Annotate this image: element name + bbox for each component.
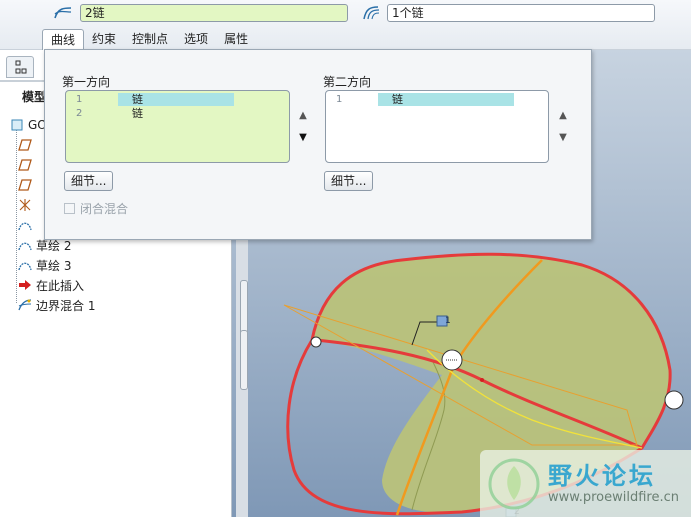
closed-blend-option: 闭合混合: [64, 200, 128, 217]
tab-control-points[interactable]: 控制点: [124, 29, 176, 50]
watermark-title: 野火论坛: [548, 462, 656, 490]
second-direction-curves-icon[interactable]: [360, 4, 382, 22]
tab-options[interactable]: 选项: [176, 29, 216, 50]
move-down-button[interactable]: ▼: [297, 132, 309, 144]
csys-icon: [18, 198, 32, 212]
sketch-icon: [18, 238, 32, 252]
second-direction-collector[interactable]: 1个链: [387, 4, 655, 22]
watermark-logo: [488, 458, 540, 510]
move-up-button[interactable]: ▲: [297, 110, 309, 122]
tree-item-datum-plane-1[interactable]: [18, 136, 32, 154]
sketch-icon: [18, 218, 32, 232]
tree-item-datum-plane-3[interactable]: [18, 176, 32, 194]
closed-blend-label: 闭合混合: [80, 202, 129, 216]
curves-panel: 第一方向 第二方向 1 链 2 链 ▲ ▼ 1 链 ▲ ▼ 细节... 细节..…: [44, 49, 592, 240]
datum-plane-icon: [18, 138, 32, 152]
closed-blend-checkbox[interactable]: [64, 203, 75, 214]
first-direction-details-button[interactable]: 细节...: [64, 171, 114, 191]
tree-item-label: 草绘 3: [36, 258, 72, 273]
boundary-blend-dashboard: 2链 1个链 曲线 约束 控制点 选项 属性: [0, 0, 691, 50]
tab-curves[interactable]: 曲线: [42, 29, 85, 50]
move-down-button-2[interactable]: ▼: [557, 132, 569, 144]
tree-item-part[interactable]: GO: [10, 116, 47, 134]
tree-item-csys[interactable]: [18, 196, 32, 214]
insert-arrow-icon: [18, 278, 32, 292]
datum-plane-icon: [18, 158, 32, 172]
second-direction-chain-list[interactable]: 1 链: [325, 90, 549, 163]
first-direction-collector[interactable]: 2链: [80, 4, 348, 22]
chain-row[interactable]: 2 链: [70, 107, 234, 120]
tree-item-label: 边界混合 1: [36, 298, 96, 313]
first-direction-chain-list[interactable]: 1 链 2 链: [65, 90, 290, 163]
chain-row[interactable]: 1 链: [70, 93, 234, 106]
watermark-url: www.proewildfire.cn: [548, 490, 679, 505]
second-direction-details-button[interactable]: 细节...: [324, 171, 374, 191]
part-icon: [10, 118, 24, 132]
first-direction-curves-icon[interactable]: [52, 4, 74, 22]
first-direction-label: 第一方向: [62, 75, 111, 89]
tree-item-label: 在此插入: [36, 278, 85, 293]
tab-properties[interactable]: 属性: [216, 29, 256, 50]
tab-constraints[interactable]: 约束: [84, 29, 124, 50]
watermark: 野火论坛 www.proewildfire.cn: [480, 450, 691, 517]
sketch-icon: [18, 258, 32, 272]
boundary-blend-icon: [18, 298, 32, 312]
tree-item-boundary-blend[interactable]: 边界混合 1: [18, 296, 95, 314]
model-tree-title: 模型: [22, 90, 47, 104]
second-direction-label: 第二方向: [323, 75, 372, 89]
splitter-grip-lower[interactable]: [240, 330, 248, 390]
model-tree-tab[interactable]: [6, 56, 34, 78]
tree-item-sketch-1[interactable]: [18, 216, 32, 234]
tree-structure-icon: [15, 60, 27, 74]
chain-row[interactable]: 1 链: [330, 93, 514, 106]
tree-item-sketch-3[interactable]: 草绘 3: [18, 256, 71, 274]
dashboard-tabs: 曲线 约束 控制点 选项 属性: [42, 29, 256, 50]
tree-item-insert-here[interactable]: 在此插入: [18, 276, 84, 294]
tree-item-datum-plane-2[interactable]: [18, 156, 32, 174]
tree-connector-line: [16, 128, 17, 303]
chain-annotation-1[interactable]: 1: [445, 316, 451, 326]
move-up-button-2[interactable]: ▲: [557, 110, 569, 122]
datum-plane-icon: [18, 178, 32, 192]
